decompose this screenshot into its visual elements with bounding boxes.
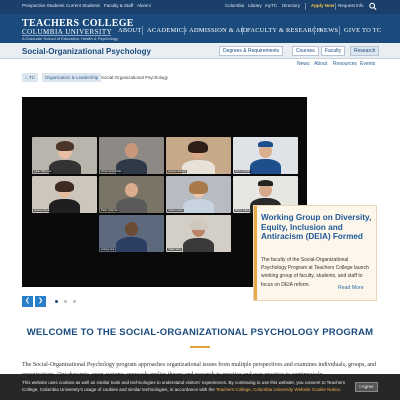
divider bbox=[184, 26, 185, 35]
read-more-link[interactable]: Read More bbox=[338, 285, 364, 291]
participant-tile: Joshua Hui bbox=[99, 215, 164, 252]
tab-courses[interactable]: Courses bbox=[292, 46, 319, 56]
participant-tile: Jessica Sampel bbox=[166, 137, 231, 174]
mytc-link[interactable]: myTC bbox=[265, 3, 277, 8]
slider-dot-active[interactable] bbox=[55, 300, 58, 303]
directory-link[interactable]: Directory bbox=[282, 3, 300, 8]
breadcrumb-current: Social-Organizational Psychology bbox=[101, 75, 169, 80]
home-icon: ⌂ bbox=[25, 75, 28, 80]
nav-about[interactable]: ABOUT bbox=[118, 27, 141, 34]
participant-tile: Carole Lacey bbox=[166, 176, 231, 213]
breadcrumb-home-label: TC bbox=[28, 75, 35, 80]
columbia-link[interactable]: Columbia bbox=[225, 3, 244, 8]
department-title[interactable]: Social-Organizational Psychology bbox=[22, 47, 151, 56]
slider-next-button[interactable]: ❯ bbox=[35, 296, 46, 307]
apply-now-link[interactable]: Apply Now bbox=[311, 3, 334, 8]
heading-underline bbox=[190, 346, 210, 348]
participant-tile: Kevin Chubb bbox=[233, 137, 298, 174]
subnav-news[interactable]: News bbox=[297, 61, 310, 67]
cookie-banner: This website uses cookies as well as sim… bbox=[0, 374, 400, 400]
participant-name: Joshua Hui bbox=[100, 248, 115, 251]
agree-button[interactable]: I Agree bbox=[355, 382, 378, 392]
participant-name: Katie Wilkinson bbox=[33, 170, 53, 173]
nav-give-to-tc[interactable]: GIVE TO TC bbox=[344, 27, 381, 34]
tab-degrees-requirements[interactable]: Degrees & Requirements bbox=[219, 46, 284, 56]
participant-name: Martin Jalving bbox=[234, 209, 253, 212]
participant-name: Jessica Sampel bbox=[167, 170, 188, 173]
faculty-staff-link[interactable]: Faculty & Staff bbox=[104, 3, 133, 8]
department-bar: Social-Organizational Psychology Degrees… bbox=[0, 43, 400, 59]
breadcrumb-organization-leadership[interactable]: Organization & Leadership bbox=[42, 73, 102, 82]
slider-dot[interactable] bbox=[73, 300, 76, 303]
participant-tile: Katie Wilkinson bbox=[32, 137, 97, 174]
utility-bar: Prospective Students Current Students Fa… bbox=[0, 0, 400, 14]
main-header: TEACHERS COLLEGE COLUMBIA UNIVERSITY A G… bbox=[0, 14, 400, 43]
participant-name: Jessica Wynn bbox=[33, 209, 51, 212]
welcome-heading: WELCOME TO THE SOCIAL-ORGANIZATIONAL PSY… bbox=[26, 327, 374, 338]
subnav-events[interactable]: Events bbox=[360, 61, 375, 67]
card-accent bbox=[254, 206, 257, 300]
card-title[interactable]: Working Group on Diversity, Equity, Incl… bbox=[261, 213, 373, 242]
participant-name: Kevin Chubb bbox=[234, 170, 251, 173]
library-link[interactable]: Library bbox=[248, 3, 262, 8]
nav-academics[interactable]: ACADEMICS bbox=[147, 27, 187, 34]
card-text: The faculty of the Social-Organizational… bbox=[261, 257, 369, 288]
nav-faculty-research[interactable]: FACULTY & RESEARCH bbox=[247, 27, 322, 34]
divider bbox=[305, 3, 306, 10]
divider bbox=[314, 26, 315, 35]
cookie-text: This website uses cookies as well as sim… bbox=[22, 380, 345, 392]
divider bbox=[339, 26, 340, 35]
logo-tagline: A Graduate School of Education, Health &… bbox=[22, 36, 119, 41]
nav-news[interactable]: NEWS bbox=[319, 27, 338, 34]
tab-research[interactable]: Research bbox=[350, 46, 380, 56]
divider bbox=[335, 3, 336, 10]
divider bbox=[142, 26, 143, 35]
cookie-notice-link[interactable]: Teachers College, Columbia University We… bbox=[216, 387, 340, 392]
current-students-link[interactable]: Current Students bbox=[66, 3, 100, 8]
divider bbox=[242, 26, 243, 35]
participant-name: Carole Lacey bbox=[167, 209, 185, 212]
prospective-students-link[interactable]: Prospective Students bbox=[22, 3, 65, 8]
request-info-link[interactable]: Request Info bbox=[338, 3, 364, 8]
breadcrumb-home[interactable]: ⌂ TC bbox=[22, 73, 38, 82]
slider-prev-button[interactable]: ❮ bbox=[22, 296, 33, 307]
subnav-resources[interactable]: Resources bbox=[333, 61, 357, 67]
nav-admission-aid[interactable]: ADMISSION & AID bbox=[189, 27, 248, 34]
participant-name: Peter Coleman bbox=[100, 209, 120, 212]
participant-tile: Peter Coleman bbox=[99, 176, 164, 213]
participant-name: Caleb Vera bbox=[167, 248, 182, 251]
chevron-left-icon: ❮ bbox=[24, 298, 31, 304]
subnav-about[interactable]: About bbox=[314, 61, 327, 67]
slider-dot[interactable] bbox=[64, 300, 67, 303]
chevron-right-icon: ❯ bbox=[37, 298, 44, 304]
tab-faculty[interactable]: Faculty bbox=[321, 46, 346, 56]
participant-name: Ozzie Grandcolas bbox=[100, 170, 123, 173]
participant-tile: Caleb Vera bbox=[166, 215, 231, 252]
participant-tile: Jessica Wynn bbox=[32, 176, 97, 213]
alumni-link[interactable]: Alumni bbox=[137, 3, 151, 8]
search-icon[interactable] bbox=[369, 2, 377, 11]
participant-tile: Ozzie Grandcolas bbox=[99, 137, 164, 174]
